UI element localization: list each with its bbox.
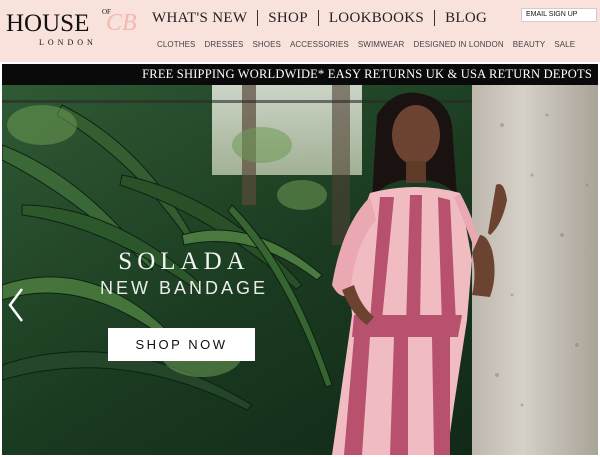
shipping-banner[interactable]: FREE SHIPPING WORLDWIDE* EASY RETURNS UK… [2,64,598,85]
category-designed-in-london[interactable]: DESIGNED IN LONDON [413,40,503,49]
site-header: HOUSE OF CB LONDON WHAT'S NEW SHOP LOOKB… [0,0,600,62]
nav-blog[interactable]: BLOG [445,10,487,27]
category-clothes[interactable]: CLOTHES [157,40,196,49]
nav-whats-new[interactable]: WHAT'S NEW [152,10,247,27]
nav-shop[interactable]: SHOP [268,10,308,27]
shop-now-button[interactable]: SHOP NOW [108,328,255,361]
category-accessories[interactable]: ACCESSORIES [290,40,349,49]
chevron-left-icon[interactable] [4,285,30,325]
hero-subtitle: NEW BANDAGE [99,278,269,298]
logo-subtitle: LONDON [39,38,97,47]
logo-cb: CB [106,10,137,36]
logo-wordmark: HOUSE [6,10,90,37]
category-swimwear[interactable]: SWIMWEAR [358,40,405,49]
category-nav: CLOTHES DRESSES SHOES ACCESSORIES SWIMWE… [157,40,584,49]
category-beauty[interactable]: BEAUTY [513,40,546,49]
hero-photo [2,85,598,455]
nav-divider [257,10,259,26]
category-dresses[interactable]: DRESSES [205,40,244,49]
brand-logo[interactable]: HOUSE OF CB LONDON [6,8,146,52]
nav-lookbooks[interactable]: LOOKBOOKS [329,10,424,27]
main-nav: WHAT'S NEW SHOP LOOKBOOKS BLOG [152,8,487,28]
nav-divider [317,10,319,26]
hero-slide[interactable]: SOLADA NEW BANDAGE SHOP NOW [2,85,598,455]
nav-divider [434,10,436,26]
email-signup-button[interactable]: EMAIL SIGN UP [521,8,597,22]
category-sale[interactable]: SALE [554,40,575,49]
category-shoes[interactable]: SHOES [252,40,281,49]
hero-title: SOLADA [118,248,250,275]
shipping-banner-text: FREE SHIPPING WORLDWIDE* EASY RETURNS UK… [142,67,592,81]
